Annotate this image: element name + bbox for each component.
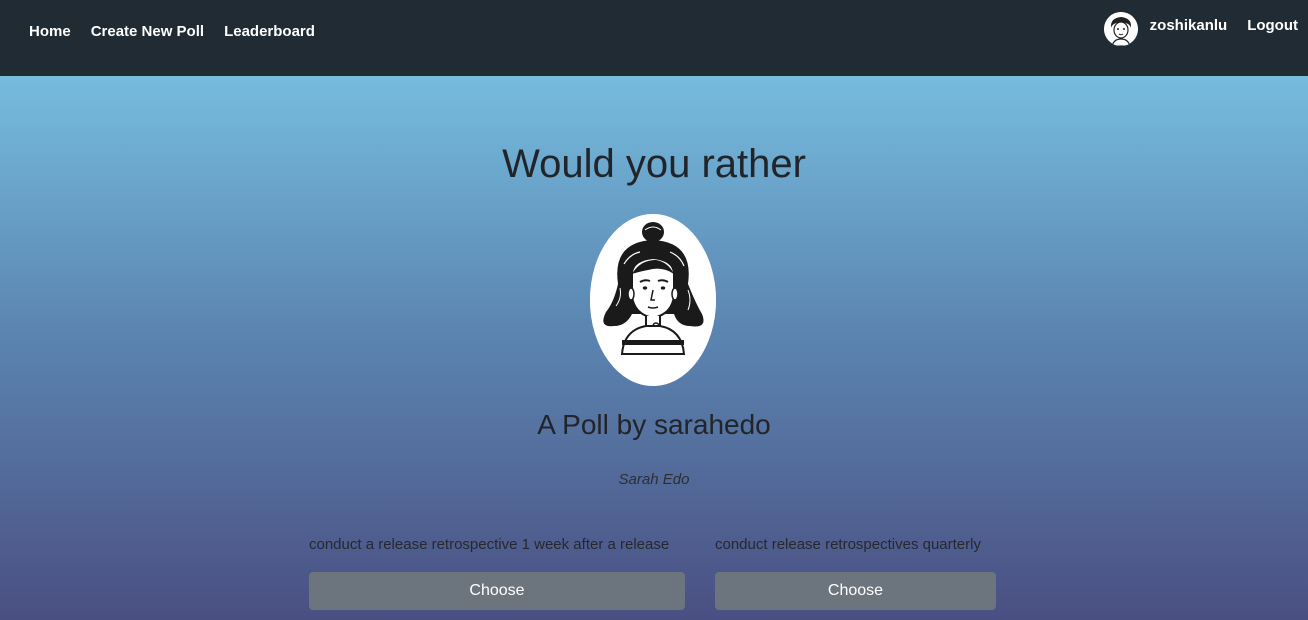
nav-home-link[interactable]: Home [29, 23, 71, 40]
nav-links: Home Create New Poll Leaderboard [29, 23, 315, 40]
option-two-text: conduct release retrospectives quarterly [715, 536, 981, 553]
nav-create-poll-link[interactable]: Create New Poll [91, 23, 204, 40]
poll-author-heading: A Poll by sarahedo [537, 409, 771, 440]
page-title: Would you rather [502, 142, 806, 186]
author-avatar-icon [590, 214, 716, 386]
author-full-name: Sarah Edo [618, 471, 690, 488]
choose-option-one-button[interactable]: Choose [309, 572, 685, 610]
current-username: zoshikanlu [1149, 17, 1228, 34]
nav-user-area: zoshikanlu Logout [1103, 12, 1298, 46]
user-avatar-icon [1103, 12, 1138, 46]
navbar: Home Create New Poll Leaderboard zoshika… [0, 0, 1308, 76]
choose-option-two-button[interactable]: Choose [715, 572, 996, 610]
poll-page: Would you rather A Poll by sarahedo Sara… [0, 76, 1308, 620]
nav-leaderboard-link[interactable]: Leaderboard [224, 23, 315, 40]
logout-link[interactable]: Logout [1247, 17, 1298, 34]
option-one-text: conduct a release retrospective 1 week a… [309, 536, 670, 553]
